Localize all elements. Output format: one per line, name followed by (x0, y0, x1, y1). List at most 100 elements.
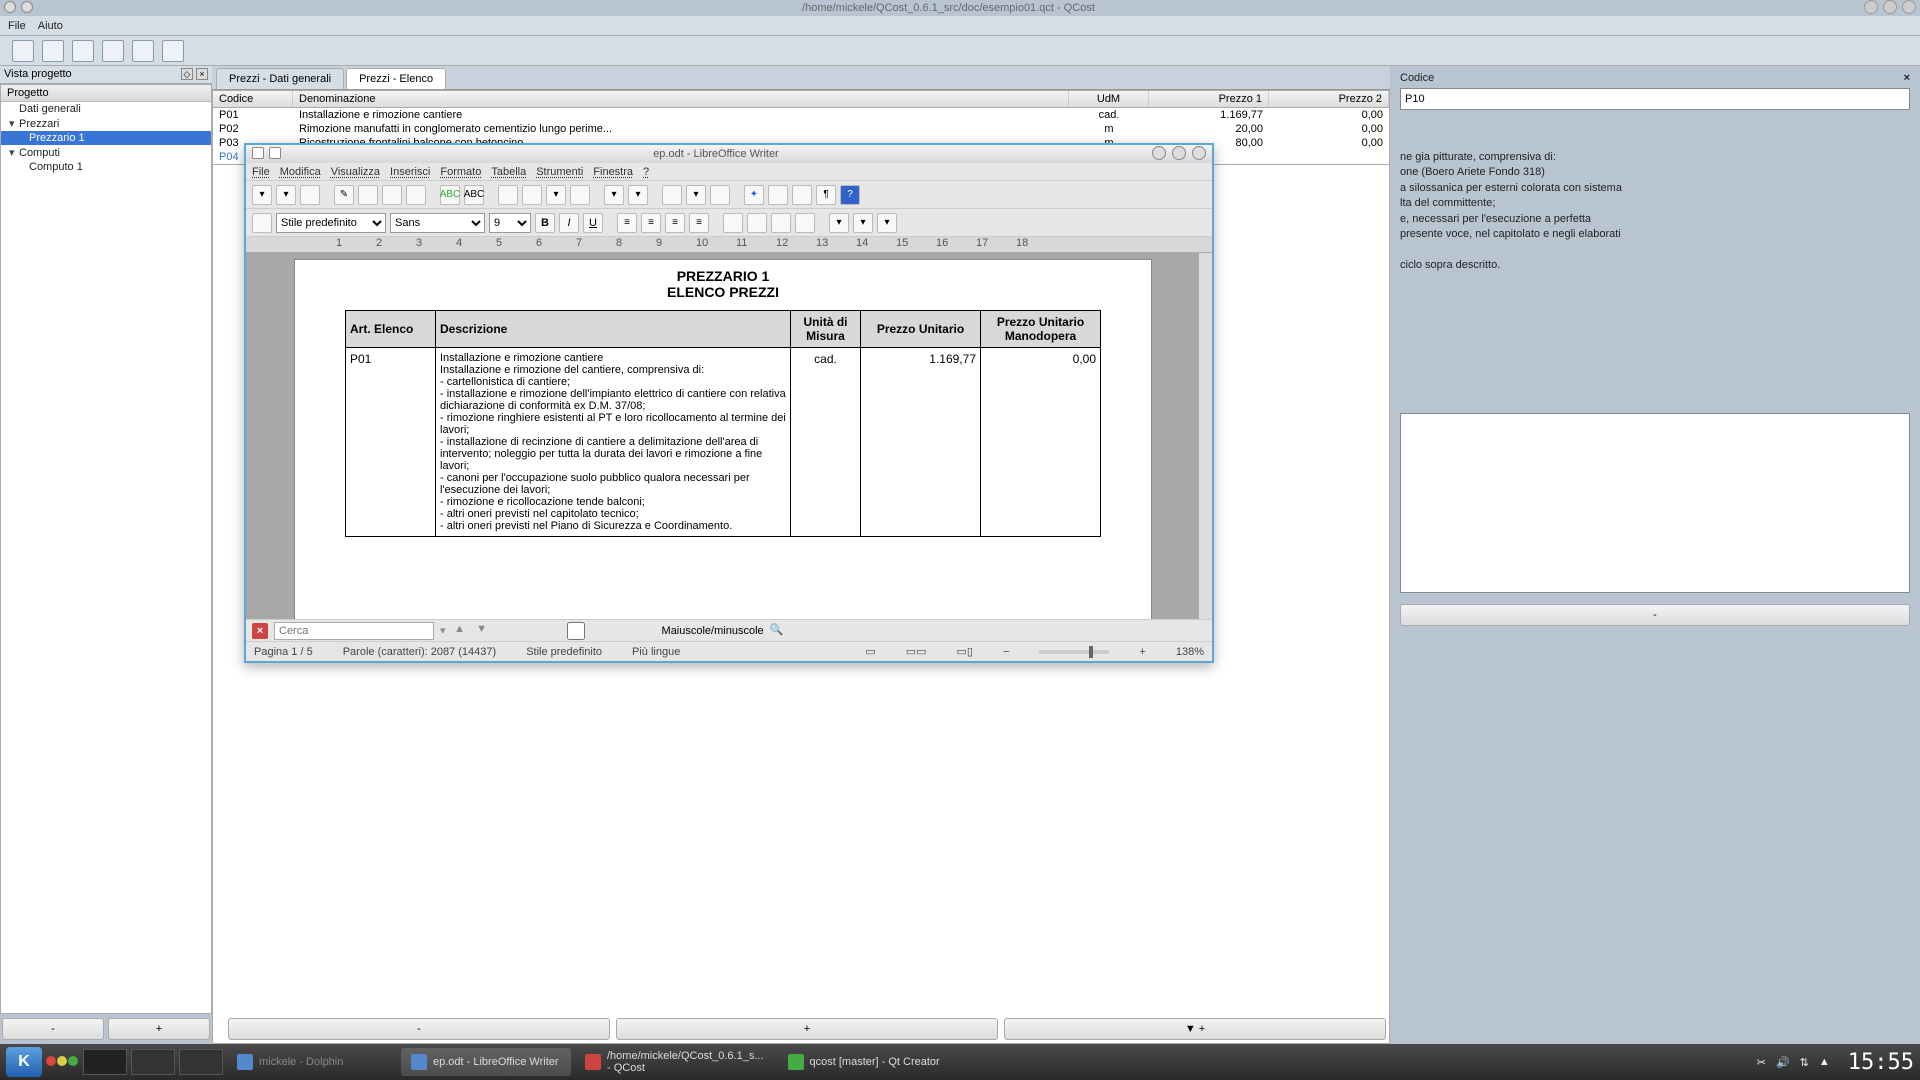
zoom-value[interactable]: 138% (1176, 646, 1204, 658)
dock-float-icon[interactable]: ◇ (181, 68, 193, 80)
view-book-icon[interactable]: ▭▯ (957, 645, 973, 658)
zoom-out-icon[interactable]: − (1003, 646, 1009, 658)
th-prezzo2[interactable]: Prezzo 2 (1269, 91, 1389, 107)
navigator-icon[interactable]: ✦ (744, 185, 764, 205)
styles-icon[interactable] (252, 213, 272, 233)
clock[interactable]: 15:55 (1848, 1050, 1914, 1075)
new-doc-icon[interactable]: ▾ (252, 185, 272, 205)
find-prev-icon[interactable]: ▲ (452, 623, 468, 639)
activity-switcher[interactable] (46, 1056, 79, 1069)
status-words[interactable]: Parole (caratteri): 2087 (14437) (343, 646, 496, 658)
underline-icon[interactable]: U (583, 213, 603, 233)
lo-menu-tabella[interactable]: Tabella (491, 166, 526, 178)
task-qcost[interactable]: /home/mickele/QCost_0.6.1_s...- QCost (575, 1048, 774, 1076)
open-folder-icon[interactable] (42, 40, 64, 62)
edit-mode-icon[interactable]: ✎ (334, 185, 354, 205)
indent-less-icon[interactable] (771, 213, 791, 233)
lo-minimize-button[interactable] (1152, 146, 1166, 160)
preview-icon[interactable] (406, 185, 426, 205)
close-button[interactable] (1902, 0, 1916, 14)
row-add-below-button[interactable]: ▼ + (1004, 1018, 1386, 1040)
cut-icon[interactable] (498, 185, 518, 205)
th-codice[interactable]: Codice (213, 91, 293, 107)
binoculars-icon[interactable]: 🔍 (770, 623, 790, 639)
horizontal-ruler[interactable]: 123456789101112131415161718 (246, 237, 1212, 253)
network-tray-icon[interactable]: ⇅ (1800, 1056, 1809, 1069)
lo-menu-file[interactable]: File (252, 166, 270, 178)
autospell-icon[interactable]: ABC (464, 185, 484, 205)
tree-item-computi[interactable]: ▾Computi (1, 145, 211, 160)
desktop-pager-3[interactable] (179, 1049, 223, 1075)
zoom-in-icon[interactable]: + (1139, 646, 1145, 658)
print-icon[interactable] (132, 40, 154, 62)
spellcheck-icon[interactable]: ABC (440, 185, 460, 205)
find-dropdown-icon[interactable]: ▾ (440, 624, 446, 637)
lo-menu-finestra[interactable]: Finestra (593, 166, 633, 178)
window-icon[interactable] (4, 1, 16, 13)
import-icon[interactable] (72, 40, 94, 62)
background-icon[interactable]: ▾ (877, 213, 897, 233)
font-color-icon[interactable]: ▾ (829, 213, 849, 233)
lo-menu-visualizza[interactable]: Visualizza (331, 166, 380, 178)
desktop-pager-2[interactable] (131, 1049, 175, 1075)
copy-icon[interactable] (522, 185, 542, 205)
row-add-button[interactable]: + (616, 1018, 998, 1040)
task-qtcreator[interactable]: qcost [master] - Qt Creator (778, 1048, 950, 1076)
menu-file[interactable]: File (8, 20, 26, 32)
desktop-pager[interactable] (83, 1049, 127, 1075)
status-language[interactable]: Più lingue (632, 646, 680, 658)
help-icon[interactable]: ? (840, 185, 860, 205)
minimize-button[interactable] (1864, 0, 1878, 14)
tree-item-computo-1[interactable]: Computo 1 (1, 160, 211, 174)
italic-icon[interactable]: I (559, 213, 579, 233)
format-paintbrush-icon[interactable] (570, 185, 590, 205)
lo-maximize-button[interactable] (1172, 146, 1186, 160)
tree-remove-button[interactable]: - (2, 1018, 104, 1040)
clipboard-tray-icon[interactable]: ✂ (1757, 1056, 1766, 1069)
align-right-icon[interactable]: ≡ (665, 213, 685, 233)
paste-icon[interactable]: ▾ (546, 185, 566, 205)
find-close-icon[interactable]: × (252, 623, 268, 639)
indent-more-icon[interactable] (795, 213, 815, 233)
view-multi-icon[interactable]: ▭▭ (906, 645, 927, 658)
bullet-list-icon[interactable] (747, 213, 767, 233)
th-udm[interactable]: UdM (1069, 91, 1149, 107)
match-case-checkbox[interactable] (496, 622, 656, 640)
lo-menu-formato[interactable]: Formato (440, 166, 481, 178)
bold-icon[interactable]: B (535, 213, 555, 233)
pin-icon[interactable] (21, 1, 33, 13)
tab-dati-generali[interactable]: Prezzi - Dati generali (216, 68, 344, 89)
font-name-select[interactable]: Sans (390, 213, 485, 233)
detail-dash-button[interactable]: - (1400, 604, 1910, 626)
gallery-icon[interactable] (768, 185, 788, 205)
align-justify-icon[interactable]: ≡ (689, 213, 709, 233)
lo-pin-icon[interactable] (269, 147, 281, 159)
kickoff-button[interactable]: K (6, 1047, 42, 1077)
lo-menu-strumenti[interactable]: Strumenti (536, 166, 583, 178)
number-list-icon[interactable] (723, 213, 743, 233)
updates-tray-icon[interactable]: ▲ (1819, 1056, 1830, 1068)
th-prezzo1[interactable]: Prezzo 1 (1149, 91, 1269, 107)
redo-icon[interactable]: ▾ (628, 185, 648, 205)
tab-elenco[interactable]: Prezzi - Elenco (346, 68, 446, 89)
nonprinting-icon[interactable]: ¶ (816, 185, 836, 205)
codice-input[interactable] (1400, 88, 1910, 110)
tree-item-dati-generali[interactable]: Dati generali (1, 102, 211, 116)
export-icon[interactable] (102, 40, 124, 62)
open-icon[interactable]: ▾ (276, 185, 296, 205)
status-page[interactable]: Pagina 1 / 5 (254, 646, 313, 658)
undo-icon[interactable]: ▾ (604, 185, 624, 205)
menu-aiuto[interactable]: Aiuto (38, 20, 63, 32)
note-textarea[interactable] (1400, 413, 1910, 593)
task-libreoffice[interactable]: ep.odt - LibreOffice Writer (401, 1048, 571, 1076)
lo-window-menu-icon[interactable] (252, 147, 264, 159)
lo-menu-help[interactable]: ? (643, 166, 649, 178)
lo-close-button[interactable] (1192, 146, 1206, 160)
tree-item-prezzari[interactable]: ▾Prezzari (1, 116, 211, 131)
print-icon[interactable] (382, 185, 402, 205)
datasources-icon[interactable] (792, 185, 812, 205)
project-tree[interactable]: Progetto Dati generali ▾Prezzari Prezzar… (0, 84, 212, 1014)
tree-add-button[interactable]: + (108, 1018, 210, 1040)
font-size-select[interactable]: 9 (489, 213, 531, 233)
hyperlink-icon[interactable] (662, 185, 682, 205)
